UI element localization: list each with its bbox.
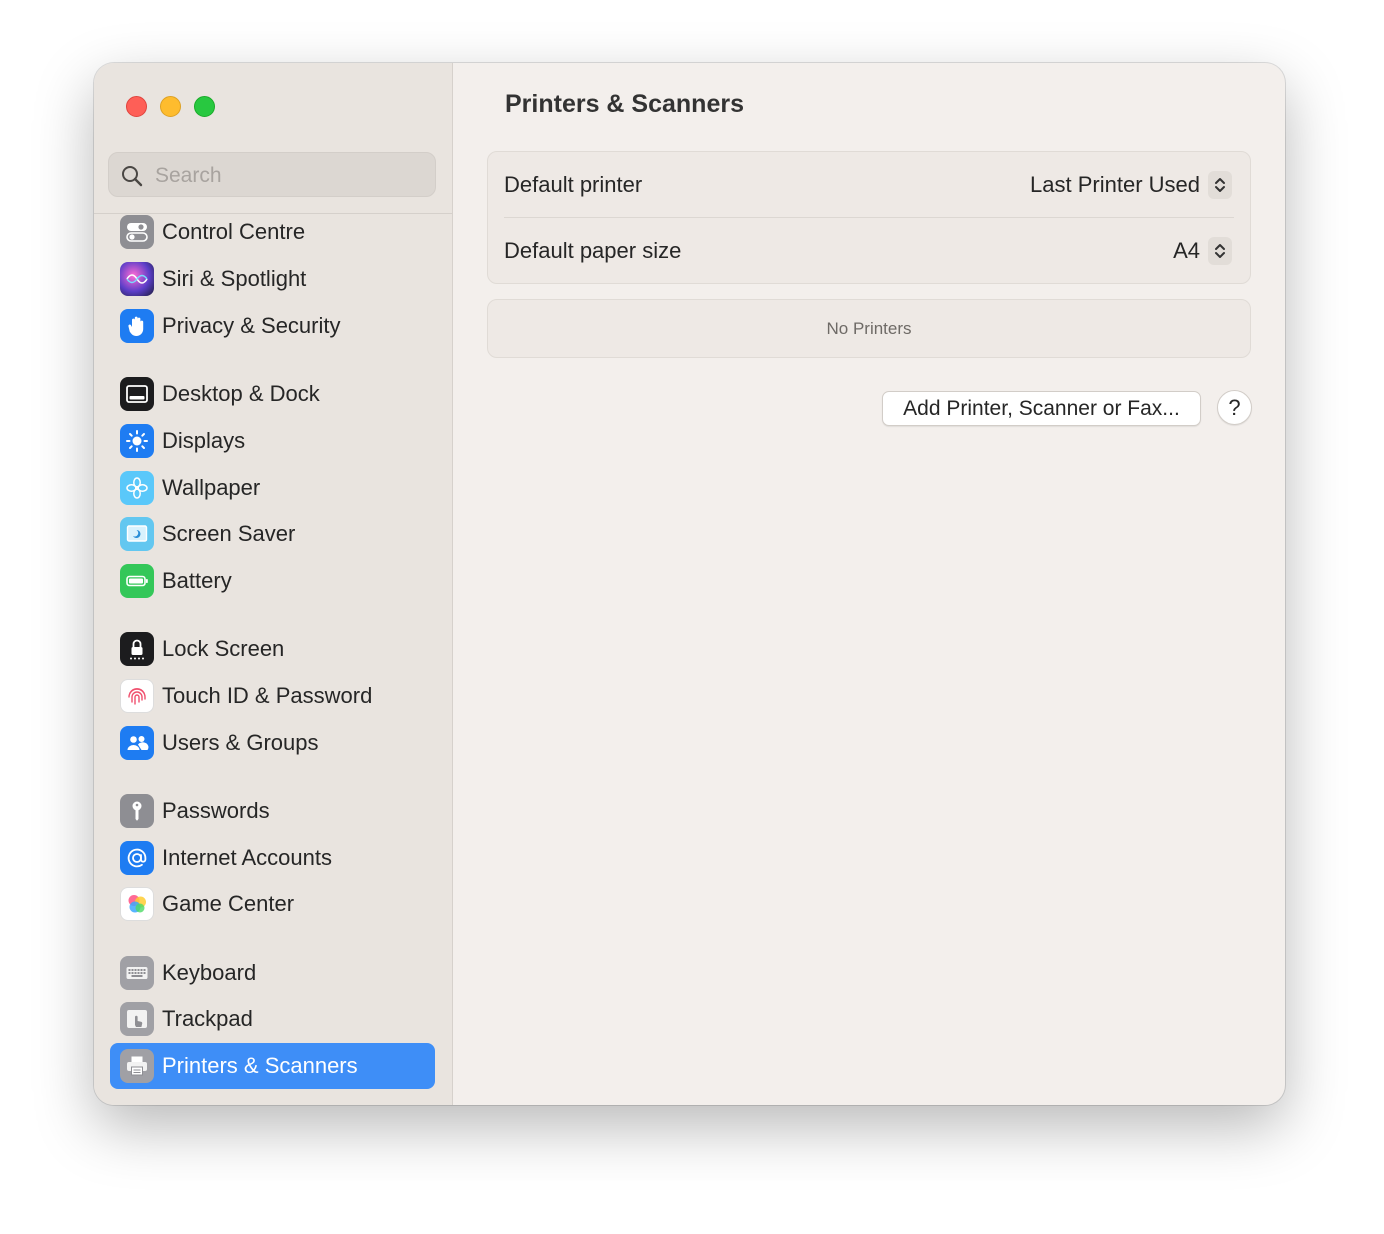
sidebar-item-label: Privacy & Security — [162, 313, 341, 338]
default-paper-size-popup[interactable]: A4 — [1173, 236, 1232, 265]
fingerprint-icon — [120, 679, 154, 713]
sidebar-item-label: Internet Accounts — [162, 845, 332, 870]
add-printer-button[interactable]: Add Printer, Scanner or Fax... — [882, 391, 1201, 426]
chevron-up-down-icon — [1208, 170, 1232, 199]
flower-icon — [120, 471, 154, 505]
sidebar-item-label: Passwords — [162, 798, 270, 823]
page-title: Printers & Scanners — [505, 90, 744, 118]
default-paper-size-row: Default paper size A4 — [504, 217, 1234, 283]
trackpad-icon — [120, 1002, 154, 1036]
sidebar-item-lock-screen[interactable]: Lock Screen — [110, 626, 435, 672]
sidebar-item-label: Displays — [162, 428, 246, 453]
sidebar-item-battery[interactable]: Battery — [110, 558, 435, 604]
sidebar: Control Centre Siri & Spotlight Privacy … — [94, 63, 453, 1105]
default-printer-value: Last Printer Used — [1030, 171, 1200, 197]
minimize-window-button[interactable] — [160, 96, 181, 117]
battery-icon — [120, 564, 154, 598]
sidebar-item-game-center[interactable]: Game Center — [110, 881, 435, 927]
keyboard-icon — [120, 956, 154, 990]
sidebar-item-displays[interactable]: Displays — [110, 418, 435, 464]
search-icon — [122, 166, 143, 187]
sidebar-item-internet-accounts[interactable]: Internet Accounts — [110, 835, 435, 881]
sidebar-item-label: Game Center — [162, 891, 295, 916]
chevron-up-down-icon — [1208, 236, 1232, 265]
sidebar-item-desktop-dock[interactable]: Desktop & Dock — [110, 371, 435, 417]
default-printer-popup[interactable]: Last Printer Used — [1030, 170, 1232, 199]
content-pane: Printers & Scanners Default printer Last… — [453, 63, 1285, 1105]
sidebar-item-trackpad[interactable]: Trackpad — [110, 996, 435, 1042]
sidebar-item-printers-scanners[interactable]: Printers & Scanners — [110, 1043, 435, 1089]
settings-window: Control Centre Siri & Spotlight Privacy … — [94, 63, 1285, 1105]
lock-icon — [120, 632, 154, 666]
sidebar-item-label: Lock Screen — [162, 636, 285, 661]
sidebar-item-wallpaper[interactable]: Wallpaper — [110, 465, 435, 511]
sidebar-item-label: Wallpaper — [162, 475, 261, 500]
sun-icon — [120, 424, 154, 458]
sidebar-item-keyboard[interactable]: Keyboard — [110, 950, 435, 996]
search-field[interactable] — [108, 152, 436, 198]
key-icon — [120, 794, 154, 828]
zoom-window-button[interactable] — [194, 96, 215, 117]
sidebar-item-passwords[interactable]: Passwords — [110, 788, 435, 834]
traffic-lights — [126, 96, 215, 117]
sidebar-item-label: Desktop & Dock — [162, 381, 320, 406]
sidebar-item-label: Users & Groups — [162, 730, 319, 755]
default-paper-size-value: A4 — [1173, 237, 1200, 263]
printer-icon — [120, 1049, 154, 1083]
sidebar-item-touch-id-password[interactable]: Touch ID & Password — [110, 673, 435, 719]
dock-icon — [120, 377, 154, 411]
sidebar-item-siri-spotlight[interactable]: Siri & Spotlight — [110, 256, 435, 302]
screen-saver-icon — [120, 517, 154, 551]
help-button[interactable]: ? — [1217, 390, 1252, 425]
defaults-card: Default printer Last Printer Used Defaul… — [487, 151, 1251, 284]
default-printer-row: Default printer Last Printer Used — [488, 152, 1250, 217]
close-window-button[interactable] — [126, 96, 147, 117]
siri-icon — [120, 262, 154, 296]
sidebar-item-screen-saver[interactable]: Screen Saver — [110, 511, 435, 557]
sidebar-item-label: Control Centre — [162, 219, 306, 244]
sidebar-item-label: Screen Saver — [162, 521, 296, 546]
hand-icon — [120, 309, 154, 343]
sidebar-item-users-groups[interactable]: Users & Groups — [110, 720, 435, 766]
printers-list: No Printers — [487, 299, 1251, 358]
default-printer-label: Default printer — [504, 171, 643, 197]
sidebar-item-control-centre[interactable]: Control Centre — [110, 209, 435, 255]
at-icon — [120, 841, 154, 875]
users-icon — [120, 726, 154, 760]
default-paper-size-label: Default paper size — [504, 237, 682, 263]
search-input[interactable] — [153, 153, 427, 198]
no-printers-text: No Printers — [826, 319, 912, 338]
sidebar-item-privacy-security[interactable]: Privacy & Security — [110, 303, 435, 349]
sidebar-item-label: Siri & Spotlight — [162, 266, 307, 291]
control-centre-icon — [120, 215, 154, 249]
game-center-icon — [120, 887, 154, 921]
sidebar-item-label: Touch ID & Password — [162, 683, 373, 708]
sidebar-item-label: Printers & Scanners — [162, 1053, 358, 1078]
sidebar-item-label: Trackpad — [162, 1006, 253, 1031]
sidebar-item-label: Keyboard — [162, 960, 257, 985]
sidebar-item-label: Battery — [162, 568, 232, 593]
